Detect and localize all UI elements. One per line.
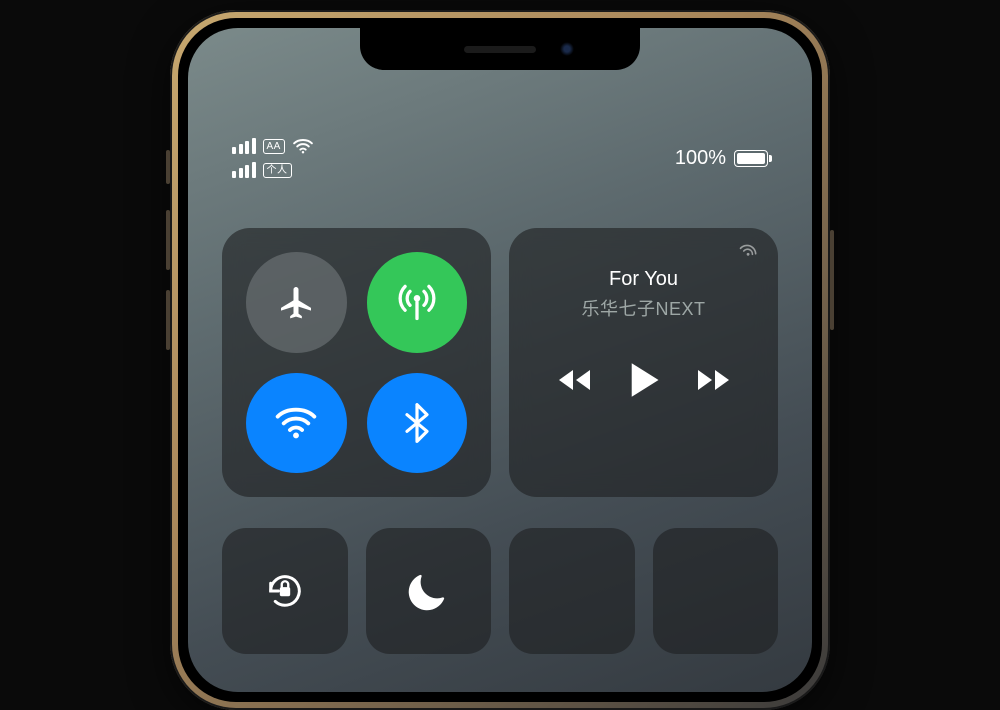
play-button[interactable]: [627, 361, 661, 399]
volume-slider[interactable]: [653, 528, 779, 654]
moon-icon: [406, 569, 450, 613]
rewind-button[interactable]: [554, 366, 594, 394]
volume-up-button: [166, 210, 170, 270]
media-module[interactable]: For You 乐华七子NEXT: [509, 228, 778, 497]
media-title: For You: [531, 268, 756, 291]
connectivity-module[interactable]: [222, 228, 491, 497]
screen: AA: [188, 28, 812, 692]
cellular-bars-icon: [232, 138, 256, 154]
do-not-disturb-toggle[interactable]: [366, 528, 492, 654]
cellular-data-toggle[interactable]: [367, 252, 468, 353]
cellular-bars-icon: [232, 162, 256, 178]
mute-switch: [166, 150, 170, 184]
media-controls: [531, 361, 756, 399]
antenna-icon: [395, 280, 439, 324]
bluetooth-toggle[interactable]: [367, 373, 468, 474]
phone-bezel: AA: [178, 18, 822, 702]
orientation-lock-toggle[interactable]: [222, 528, 348, 654]
brightness-slider[interactable]: [509, 528, 635, 654]
sim1-label: AA: [263, 139, 285, 154]
control-center-row1: For You 乐华七子NEXT: [222, 228, 778, 497]
battery-percent: 100%: [675, 147, 726, 170]
earpiece-speaker: [464, 46, 536, 53]
phone-frame: AA: [170, 10, 830, 710]
airplay-icon[interactable]: [734, 244, 760, 270]
rotation-lock-icon: [259, 565, 311, 617]
power-button: [830, 230, 834, 330]
media-subtitle: 乐华七子NEXT: [531, 295, 756, 321]
bluetooth-icon: [404, 403, 430, 443]
battery-icon: [734, 150, 768, 167]
notch: [360, 28, 640, 70]
sim1-row: AA: [232, 138, 314, 154]
airplane-mode-toggle[interactable]: [246, 252, 347, 353]
control-center-row2: [222, 528, 778, 654]
wifi-toggle[interactable]: [246, 373, 347, 474]
battery-status: 100%: [675, 138, 768, 178]
status-bar: AA: [188, 138, 812, 178]
forward-button[interactable]: [694, 366, 734, 394]
airplane-icon: [276, 282, 316, 322]
sim2-row: 个人: [232, 162, 314, 178]
wifi-icon: [292, 138, 314, 154]
front-camera: [560, 42, 574, 56]
wifi-icon: [274, 406, 318, 440]
volume-down-button: [166, 290, 170, 350]
signal-info: AA: [232, 138, 314, 178]
sim2-label: 个人: [263, 163, 292, 178]
